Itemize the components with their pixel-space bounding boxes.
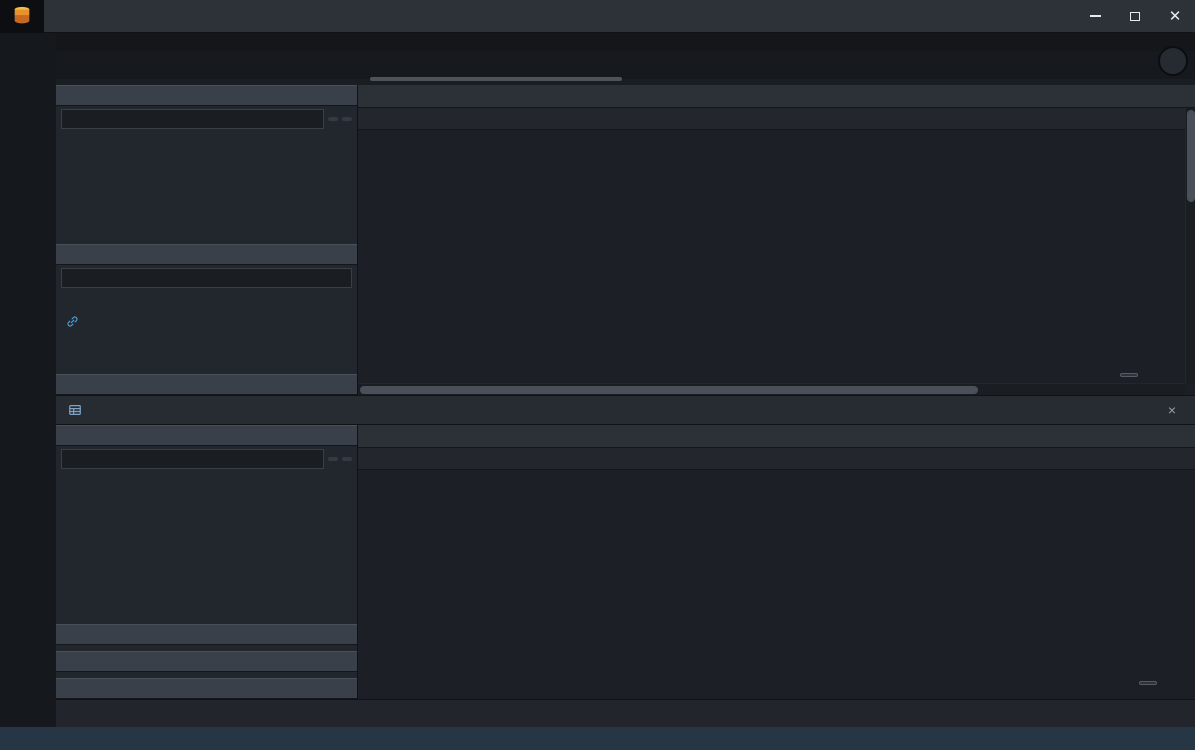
tab-groups-row (56, 33, 1195, 51)
new-tab-button[interactable] (1158, 46, 1188, 76)
dbgate-window: ✕ (0, 0, 1195, 750)
minimize-button[interactable] (1075, 0, 1115, 33)
show-columns-button[interactable] (342, 457, 352, 461)
bottom-grid-filter-row (358, 448, 1195, 470)
tab-strip (56, 51, 1195, 79)
references-tables-label (56, 291, 357, 311)
invoiceline-detail-section (56, 425, 1195, 699)
top-side-panel (56, 85, 358, 395)
scrollbar-thumb[interactable] (360, 386, 978, 394)
window-controls: ✕ (1075, 0, 1195, 33)
columns-section-header[interactable] (56, 85, 357, 106)
top-grid-body (358, 130, 1195, 395)
top-rows-count-badge (1120, 373, 1138, 377)
references-section-header[interactable] (56, 244, 357, 265)
search-references-input[interactable] (61, 268, 352, 288)
bottom-grid-body (358, 470, 1195, 699)
status-bar (0, 727, 1195, 750)
bottom-columns-list (56, 472, 357, 476)
filters-section-header[interactable] (56, 624, 357, 645)
search-columns-input[interactable] (61, 449, 324, 469)
app-logo-box[interactable] (0, 0, 44, 33)
bottom-panel-sections (56, 618, 357, 699)
search-columns-input[interactable] (61, 109, 324, 129)
dependent-tables-label (56, 331, 357, 351)
reference-customer-link[interactable] (56, 311, 357, 331)
references-section-header[interactable] (56, 651, 357, 672)
dbgate-logo-icon (10, 5, 34, 27)
close-button[interactable]: ✕ (1155, 0, 1195, 33)
minimize-icon (1090, 15, 1101, 17)
tab-area (56, 33, 1195, 79)
title-bar: ✕ (0, 0, 1195, 33)
bottom-rows-count-badge (1139, 681, 1157, 685)
macros-section-header[interactable] (56, 374, 357, 395)
link-icon (66, 315, 79, 328)
toolbar (56, 699, 1195, 727)
master-detail-bar: × (56, 395, 1195, 425)
scrollbar-thumb[interactable] (1187, 110, 1195, 202)
macros-section-header[interactable] (56, 678, 357, 699)
hide-columns-button[interactable] (328, 117, 338, 121)
references-list (56, 291, 357, 374)
main-area: × (0, 33, 1195, 727)
top-grid-header (358, 85, 1195, 108)
close-detail-button[interactable]: × (1168, 402, 1183, 418)
hide-columns-button[interactable] (328, 457, 338, 461)
invoice-table-section (56, 79, 1195, 395)
columns-search-row (56, 446, 357, 472)
top-grid-vertical-scrollbar[interactable] (1185, 108, 1195, 383)
maximize-button[interactable] (1115, 0, 1155, 33)
top-columns-list (56, 132, 357, 244)
columns-section-header[interactable] (56, 425, 357, 446)
show-columns-button[interactable] (342, 117, 352, 121)
tab-strip-scrollbar[interactable] (370, 77, 622, 81)
close-icon: ✕ (1169, 7, 1182, 25)
close-icon: × (1168, 402, 1176, 418)
references-search-row (56, 265, 357, 291)
invoice-data-grid (358, 85, 1195, 395)
top-grid-horizontal-scrollbar[interactable] (358, 383, 1185, 395)
columns-search-row (56, 106, 357, 132)
maximize-icon (1130, 12, 1140, 21)
bottom-side-panel (56, 425, 358, 699)
content-area: × (56, 33, 1195, 727)
top-grid-filter-row (358, 108, 1195, 130)
invoiceline-data-grid (358, 425, 1195, 699)
bottom-grid-header (358, 425, 1195, 448)
activity-bar (0, 33, 56, 727)
table-icon (68, 403, 82, 417)
